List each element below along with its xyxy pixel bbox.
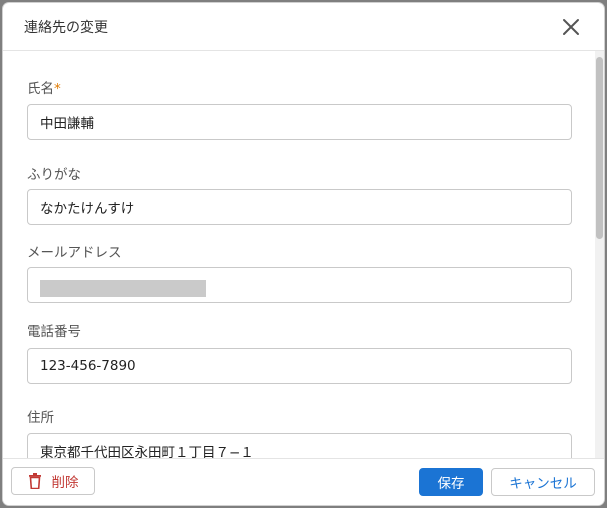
redacted-email	[40, 280, 206, 297]
modal-footer: 削除 保存 キャンセル	[3, 458, 604, 505]
close-icon	[563, 19, 579, 35]
address-label: 住所	[27, 410, 54, 426]
name-label: 氏名*	[27, 81, 61, 97]
name-input[interactable]	[27, 104, 572, 140]
close-button[interactable]	[559, 15, 583, 39]
scrollbar-thumb[interactable]	[596, 57, 603, 239]
phone-label: 電話番号	[27, 324, 81, 340]
cancel-button[interactable]: キャンセル	[491, 468, 595, 496]
modal-title: 連絡先の変更	[24, 20, 108, 36]
kana-label: ふりがな	[27, 167, 81, 183]
phone-input[interactable]	[27, 348, 572, 384]
email-label: メールアドレス	[27, 245, 122, 261]
edit-contact-modal: 連絡先の変更 氏名* ふりがな メールアドレス 電話番号 住所 削除	[3, 3, 604, 505]
save-button[interactable]: 保存	[419, 468, 483, 496]
address-input[interactable]	[27, 433, 572, 458]
kana-input[interactable]	[27, 189, 572, 225]
trash-icon	[28, 473, 41, 489]
modal-body[interactable]: 氏名* ふりがな メールアドレス 電話番号 住所	[3, 51, 604, 458]
delete-button[interactable]: 削除	[11, 467, 95, 495]
required-mark: *	[54, 81, 61, 97]
delete-label: 削除	[51, 475, 79, 491]
modal-header: 連絡先の変更	[3, 3, 604, 51]
